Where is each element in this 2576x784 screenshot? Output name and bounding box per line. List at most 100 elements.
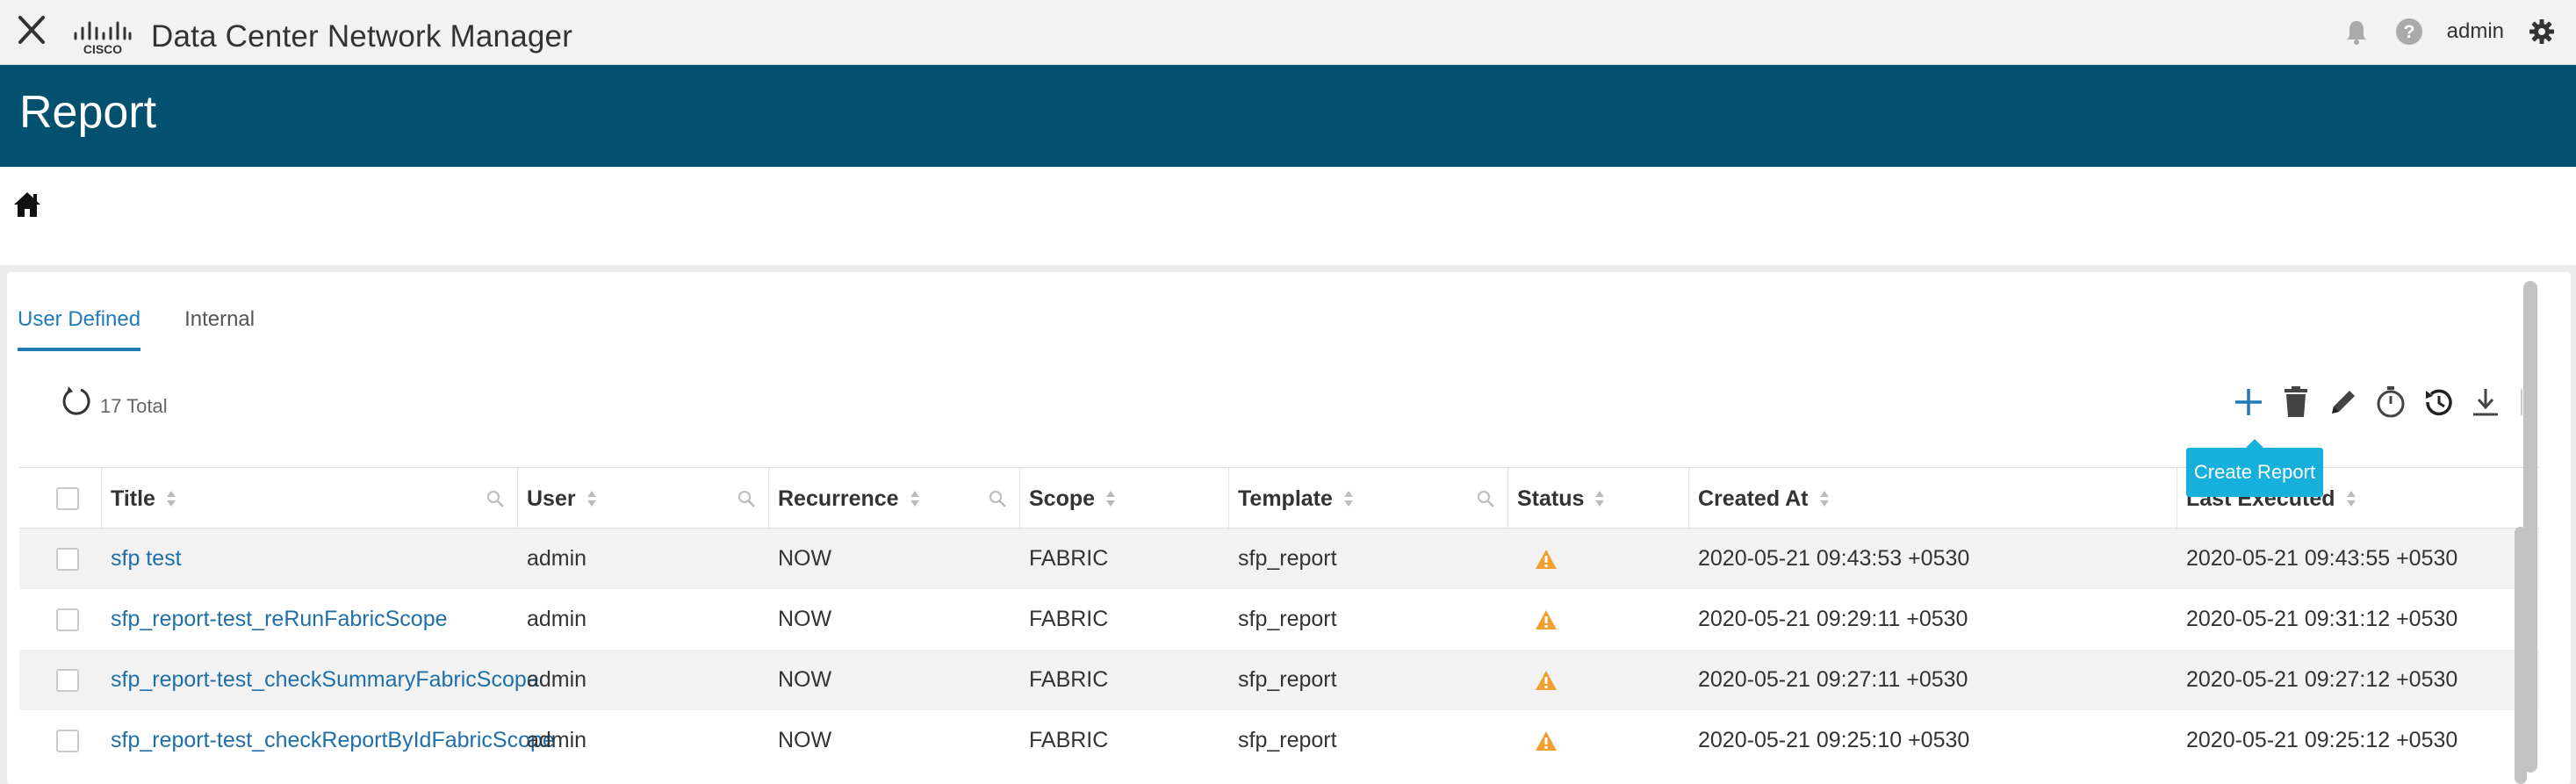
cell-template: sfp_report [1238,728,1337,752]
column-label: Template [1238,486,1333,511]
cell-status [1508,529,1689,589]
tab-bar: User Defined Internal [18,307,255,351]
warning-icon [1536,549,1557,569]
cell-template: sfp_report [1238,667,1337,692]
cell-user: admin [527,667,587,692]
tab-internal[interactable]: Internal [184,307,255,351]
cell-user: admin [527,546,587,571]
total-count: 17 Total [100,395,168,417]
column-header-created-at[interactable]: Created At [1689,468,2177,529]
history-icon[interactable] [2422,385,2454,420]
sort-icon[interactable] [166,489,176,508]
table-row[interactable]: sfp test admin NOW FABRIC sfp_report 202… [19,529,2539,589]
sort-icon[interactable] [910,489,920,508]
column-label: Created At [1698,486,1809,511]
table-header: Title User Recurrence Scope Template Sta… [19,467,2539,529]
app-title: Data Center Network Manager [151,19,573,54]
cell-scope: FABRIC [1029,607,1109,631]
reports-table: Title User Recurrence Scope Template Sta… [19,467,2539,771]
home-icon[interactable] [12,190,42,219]
top-bar: CISCO Data Center Network Manager ? admi… [0,0,2576,65]
cell-last-executed: 2020-05-21 09:25:12 +0530 [2186,728,2458,752]
column-label: Scope [1029,486,1096,511]
cell-created-at: 2020-05-21 09:43:53 +0530 [1698,546,1970,571]
sort-icon[interactable] [586,489,597,508]
row-checkbox[interactable] [56,729,79,752]
timer-icon[interactable] [2375,385,2407,420]
cisco-logo-text: CISCO [83,42,122,56]
cell-last-executed: 2020-05-21 09:31:12 +0530 [2186,607,2458,631]
row-checkbox[interactable] [56,668,79,692]
table-toolbar [2233,383,2522,421]
cell-recurrence: NOW [778,667,832,692]
search-icon[interactable] [486,489,505,508]
row-checkbox[interactable] [56,608,79,631]
column-header-title[interactable]: Title [102,468,518,529]
sort-icon[interactable] [1819,489,1830,508]
table-row[interactable]: sfp_report-test_reRunFabricScope admin N… [19,589,2539,650]
cell-scope: FABRIC [1029,667,1109,692]
row-checkbox[interactable] [56,547,79,571]
row-select-cell [19,589,102,650]
cell-recurrence: NOW [778,607,832,631]
sort-icon[interactable] [2346,489,2357,508]
cell-recurrence: NOW [778,728,832,752]
plus-icon[interactable] [2233,385,2264,420]
page-title: Report [19,87,157,138]
report-title-link[interactable]: sfp_report-test_checkReportByIdFabricSco… [102,710,555,771]
report-title-link[interactable]: sfp_report-test_checkSummaryFabricScope [102,650,539,710]
search-icon[interactable] [1476,489,1495,508]
cell-created-at: 2020-05-21 09:27:11 +0530 [1698,667,1968,692]
cell-scope: FABRIC [1029,546,1109,571]
toolbar-divider [2521,389,2522,415]
report-panel: User Defined Internal 17 Total Title Use… [7,272,2571,784]
trash-icon[interactable] [2280,385,2312,420]
column-label: Status [1517,486,1585,511]
select-all-cell [19,468,102,529]
column-header-recurrence[interactable]: Recurrence [769,468,1020,529]
bell-icon[interactable] [2342,17,2371,47]
sort-icon[interactable] [1105,489,1116,508]
column-header-scope[interactable]: Scope [1020,468,1229,529]
top-right-controls: ? admin [2342,14,2557,49]
search-icon[interactable] [737,489,756,508]
row-select-cell [19,650,102,710]
breadcrumb [0,167,2576,265]
column-header-template[interactable]: Template [1229,468,1508,529]
cell-status [1508,650,1689,710]
refresh-icon[interactable] [60,385,93,418]
cell-user: admin [527,728,587,752]
download-icon[interactable] [2470,385,2501,420]
table-row[interactable]: sfp_report-test_checkSummaryFabricScope … [19,650,2539,710]
cell-scope: FABRIC [1029,728,1109,752]
column-label: Recurrence [778,486,899,511]
cell-recurrence: NOW [778,546,832,571]
column-label: Title [111,486,155,511]
page-header: Report [0,65,2576,167]
row-select-cell [19,529,102,589]
sort-icon[interactable] [1594,489,1605,508]
table-row[interactable]: sfp_report-test_checkReportByIdFabricSco… [19,710,2539,771]
tab-user-defined[interactable]: User Defined [18,307,141,351]
svg-text:?: ? [2403,22,2414,42]
cisco-logo: CISCO [72,18,133,56]
column-header-user[interactable]: User [518,468,769,529]
table-scrollbar[interactable] [2515,527,2527,784]
row-select-cell [19,710,102,771]
cell-last-executed: 2020-05-21 09:43:55 +0530 [2186,546,2458,571]
report-title-link[interactable]: sfp_report-test_reRunFabricScope [102,589,518,650]
search-icon[interactable] [988,489,1007,508]
column-header-status[interactable]: Status [1508,468,1689,529]
pencil-icon[interactable] [2328,385,2359,420]
select-all-checkbox[interactable] [56,487,79,510]
user-name[interactable]: admin [2447,19,2504,44]
help-icon[interactable]: ? [2394,17,2424,47]
close-icon[interactable] [16,12,47,47]
sort-icon[interactable] [1343,489,1354,508]
cell-status [1508,710,1689,771]
cell-last-executed: 2020-05-21 09:27:12 +0530 [2186,667,2458,692]
cell-status [1508,589,1689,650]
report-title-link[interactable]: sfp test [102,529,518,589]
gear-icon[interactable] [2527,17,2557,47]
cell-user: admin [527,607,587,631]
